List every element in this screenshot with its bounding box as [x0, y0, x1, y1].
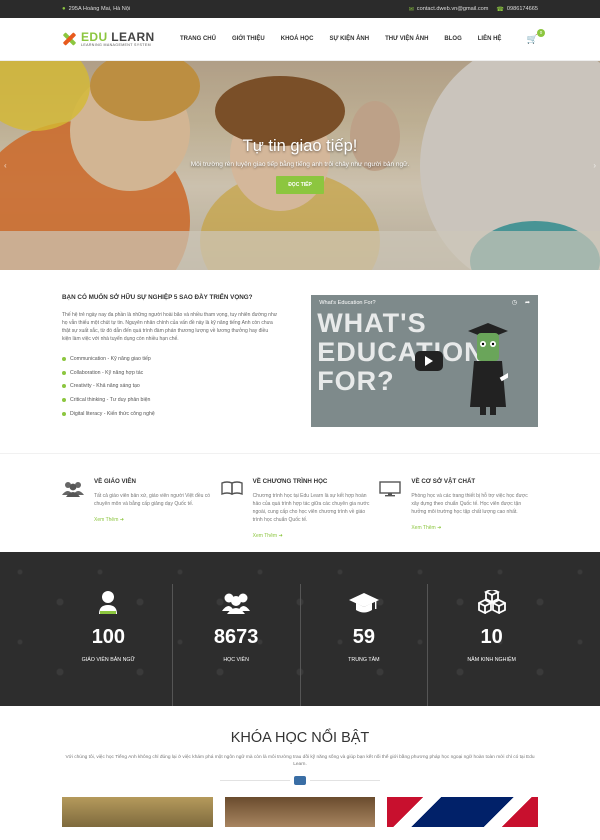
divider: [0, 776, 600, 785]
feature-text: Chương trình học tại Edu Learn là sự kết…: [252, 493, 370, 523]
clock-icon[interactable]: ◷: [512, 299, 517, 306]
feature-teachers: VỀ GIÁO VIÊN Tất cả giáo viên bản xứ, gi…: [62, 478, 221, 552]
list-item: Critical thinking - Tư duy phản biện: [62, 393, 277, 407]
stat-label: HỌC VIÊN: [223, 657, 249, 663]
cart-count-badge: 0: [536, 28, 545, 37]
feature-program: VỀ CHƯƠNG TRÌNH HỌC Chương trình học tại…: [220, 478, 380, 552]
intro-section: BẠN CÓ MUỐN SỞ HỮU SỰ NGHIỆP 5 SAO ĐẦY T…: [0, 270, 600, 453]
nav-item-home[interactable]: TRANG CHỦ: [180, 36, 216, 42]
features-section: VỀ GIÁO VIÊN Tất cả giáo viên bản xứ, gi…: [0, 453, 600, 552]
logo-mark-icon: [62, 32, 77, 47]
users-icon: [62, 478, 84, 552]
course-card-image[interactable]: [62, 797, 213, 827]
list-item: Collaboration - Kỹ năng hợp tác: [62, 366, 277, 380]
nav-item-events[interactable]: SỰ KIỆN ẢNH: [329, 36, 369, 42]
feature-text: Tất cả giáo viên bản xứ, giáo viên người…: [94, 493, 211, 507]
header: EDU LEARN LEARNING MANAGEMENT SYSTEM TRA…: [0, 18, 600, 61]
stat-teachers: 100 GIÁO VIÊN BẢN NGỮ: [45, 552, 172, 706]
email-text[interactable]: contact.dweb.vn@gmail.com: [417, 6, 489, 12]
nav-item-contact[interactable]: LIÊN HỆ: [478, 36, 502, 42]
phone[interactable]: ☎ 0986174665: [496, 6, 538, 13]
address-text: 295A Hoàng Mai, Hà Nội: [68, 6, 131, 12]
bullet-icon: [62, 356, 66, 361]
envelope-icon: ✉: [408, 6, 414, 13]
nav-item-about[interactable]: GIỚI THIỆU: [232, 36, 265, 42]
stat-centers: 59 TRUNG TÂM: [299, 584, 428, 706]
course-list: [0, 785, 600, 827]
feature-title: VỀ CƠ SỞ VẬT CHẤT: [411, 478, 476, 485]
phone-text[interactable]: 0986174665: [507, 6, 538, 12]
book-icon: [220, 478, 243, 552]
graduate-character-icon: [468, 323, 508, 415]
teacher-icon: [45, 590, 172, 614]
stat-students: 8673 HỌC VIÊN: [171, 584, 300, 706]
stat-number: 8673: [213, 626, 259, 648]
intro-description: Thế hệ trẻ ngày nay đa phần là những ngư…: [62, 312, 278, 342]
feature-title: VỀ CHƯƠNG TRÌNH HỌC: [252, 478, 328, 485]
stat-number: 10: [480, 626, 503, 648]
list-item: Creativity - Khả năng sáng tạo: [62, 380, 277, 394]
bullet-icon: [62, 384, 66, 389]
graduation-cap-icon: [301, 590, 428, 614]
nav-item-courses[interactable]: KHOÁ HỌC: [281, 36, 314, 42]
feature-text: Phòng học và các trang thiết bị hỗ trợ v…: [411, 493, 528, 515]
main-nav: TRANG CHỦ GIỚI THIỆU KHOÁ HỌC SỰ KIỆN ẢN…: [180, 36, 501, 42]
logo-name: EDU LEARN: [81, 29, 155, 44]
feature-title: VỀ GIÁO VIÊN: [94, 478, 136, 485]
bullet-icon: [62, 412, 66, 417]
intro-heading: BẠN CÓ MUỐN SỞ HỮU SỰ NGHIỆP 5 SAO ĐẦY T…: [62, 294, 253, 301]
read-more-link[interactable]: Xem Thêm ➜: [94, 517, 124, 523]
boxes-icon: [428, 590, 555, 614]
stat-years: 10 NĂM KINH NGHIỆM: [427, 584, 555, 706]
read-more-link[interactable]: Xem Thêm ➜: [253, 533, 283, 539]
chat-icon: [294, 776, 306, 785]
arrow-right-icon: ➜: [119, 517, 124, 523]
logo-tagline: LEARNING MANAGEMENT SYSTEM: [81, 42, 151, 47]
bullet-icon: [62, 370, 66, 375]
hero-title: Tự tin giao tiếp!: [242, 137, 358, 155]
email[interactable]: ✉ contact.dweb.vn@gmail.com: [409, 6, 489, 13]
bullet-icon: [62, 398, 66, 403]
stat-number: 100: [91, 626, 126, 648]
nav-item-blog[interactable]: BLOG: [444, 36, 461, 42]
hero-read-more-button[interactable]: ĐỌC TIẾP: [276, 176, 324, 194]
video-thumbnail-text: WHAT'S EDUCATION FOR?: [317, 308, 485, 396]
read-more-link[interactable]: Xem Thêm ➜: [411, 525, 441, 531]
video-title[interactable]: What's Education For?: [319, 300, 375, 306]
list-item: Communication - Kỹ năng giao tiếp: [62, 352, 277, 366]
group-icon: [173, 590, 300, 614]
section-description: Với chúng tôi, việc học Tiếng Anh không …: [65, 755, 535, 767]
phone-icon: ☎: [496, 6, 504, 13]
course-card-image[interactable]: [387, 797, 539, 827]
arrow-right-icon: ➜: [278, 533, 283, 539]
section-title: KHÓA HỌC NỔI BẬT: [230, 730, 370, 746]
stat-number: 59: [352, 626, 375, 648]
arrow-right-icon: ➜: [437, 525, 442, 531]
map-marker-icon: ●: [62, 6, 66, 12]
top-bar: ● 295A Hoàng Mai, Hà Nội ✉ contact.dweb.…: [0, 0, 600, 18]
stat-label: NĂM KINH NGHIỆM: [467, 657, 516, 663]
logo[interactable]: EDU LEARN LEARNING MANAGEMENT SYSTEM: [62, 31, 155, 48]
cart-icon: 🛒: [526, 33, 538, 44]
stats-section: 100 GIÁO VIÊN BẢN NGỮ 8673 HỌC VIÊN 59 T…: [0, 552, 600, 706]
share-icon[interactable]: ➦: [525, 299, 530, 306]
hero-subtitle: Môi trường rèn luyện giao tiếp bằng tiến…: [190, 161, 410, 168]
list-item: Digital literacy - Kiến thức công nghệ: [62, 407, 277, 421]
monitor-icon: [379, 478, 402, 552]
cart-button[interactable]: 🛒 0: [526, 28, 545, 45]
course-card-image[interactable]: [224, 797, 376, 827]
feature-facilities: VỀ CƠ SỞ VẬT CHẤT Phòng học và các trang…: [379, 478, 538, 552]
stat-label: GIÁO VIÊN BẢN NGỮ: [81, 657, 136, 663]
hero-slider: ‹ › Tự tin giao tiếp! Môi trường rèn luy…: [0, 61, 600, 270]
video-player[interactable]: What's Education For? ◷ ➦ WHAT'S EDUCATIO…: [311, 295, 538, 427]
address: ● 295A Hoàng Mai, Hà Nội: [62, 6, 130, 12]
featured-courses-section: KHÓA HỌC NỔI BẬT Với chúng tôi, việc học…: [0, 706, 600, 785]
stat-label: TRUNG TÂM: [348, 657, 380, 663]
nav-item-gallery[interactable]: THƯ VIỆN ẢNH: [385, 36, 428, 42]
play-icon: [425, 356, 434, 366]
play-button[interactable]: [415, 351, 444, 371]
skills-list: Communication - Kỹ năng giao tiếp Collab…: [62, 352, 277, 421]
